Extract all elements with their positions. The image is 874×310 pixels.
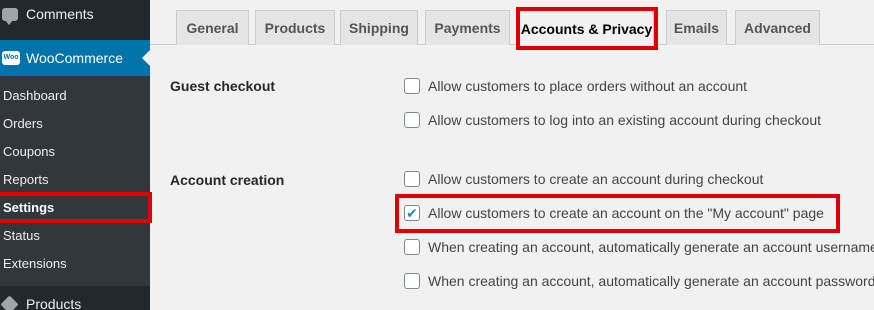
tab-products[interactable]: Products — [255, 10, 335, 45]
sidebar-item-label: WooCommerce — [26, 50, 123, 66]
create-at-checkout-checkbox[interactable] — [404, 171, 420, 187]
generate-username-checkbox[interactable] — [404, 239, 420, 255]
submenu-item-dashboard[interactable]: Dashboard — [3, 82, 67, 110]
comments-icon — [2, 7, 18, 25]
tab-general[interactable]: General — [176, 10, 249, 45]
submenu-item-status[interactable]: Status — [3, 222, 40, 250]
guest-checkout-label: Guest checkout — [170, 78, 276, 94]
submenu-item-extensions[interactable]: Extensions — [3, 250, 67, 278]
woocommerce-submenu: Dashboard Orders Coupons Reports Setting… — [0, 76, 150, 286]
products-icon — [0, 294, 19, 310]
option-generate-password[interactable]: When creating an account, automatically … — [404, 271, 874, 291]
account-creation-label: Account creation — [170, 172, 285, 188]
option-guest-orders[interactable]: Allow customers to place orders without … — [404, 76, 747, 96]
tab-accounts-privacy[interactable]: Accounts & Privacy — [519, 10, 654, 46]
tab-advanced[interactable]: Advanced — [735, 10, 820, 45]
tab-emails[interactable]: Emails — [666, 10, 727, 45]
admin-sidebar: Comments Woo WooCommerce Dashboard Order… — [0, 0, 150, 310]
sidebar-item-label: Products — [26, 296, 82, 310]
guest-orders-checkbox[interactable] — [404, 78, 420, 94]
submenu-item-settings[interactable]: Settings — [3, 194, 54, 222]
submenu-item-orders[interactable]: Orders — [3, 110, 43, 138]
option-create-at-checkout[interactable]: Allow customers to create an account dur… — [404, 169, 763, 189]
submenu-item-coupons[interactable]: Coupons — [3, 138, 55, 166]
settings-tab-bar: General Products Shipping Payments Accou… — [150, 0, 874, 46]
sidebar-item-products[interactable]: Products — [0, 286, 150, 310]
generate-password-checkbox[interactable] — [404, 273, 420, 289]
woocommerce-icon: Woo — [2, 51, 20, 65]
sidebar-item-label: Comments — [26, 6, 94, 22]
current-menu-arrow — [142, 50, 150, 66]
option-guest-login[interactable]: Allow customers to log into an existing … — [404, 110, 821, 130]
tab-payments[interactable]: Payments — [425, 10, 510, 45]
tab-shipping[interactable]: Shipping — [340, 10, 418, 45]
guest-login-checkbox[interactable] — [404, 112, 420, 128]
checkmark-icon: ✔ — [406, 205, 418, 221]
option-create-on-my-account[interactable]: ✔ Allow customers to create an account o… — [404, 203, 824, 223]
settings-main: General Products Shipping Payments Accou… — [150, 0, 874, 310]
create-on-my-account-checkbox[interactable]: ✔ — [404, 205, 420, 221]
submenu-item-reports[interactable]: Reports — [3, 166, 49, 194]
sidebar-item-comments[interactable]: Comments — [0, 0, 150, 32]
sidebar-item-woocommerce[interactable]: Woo WooCommerce — [0, 40, 150, 76]
option-generate-username[interactable]: When creating an account, automatically … — [404, 237, 874, 257]
